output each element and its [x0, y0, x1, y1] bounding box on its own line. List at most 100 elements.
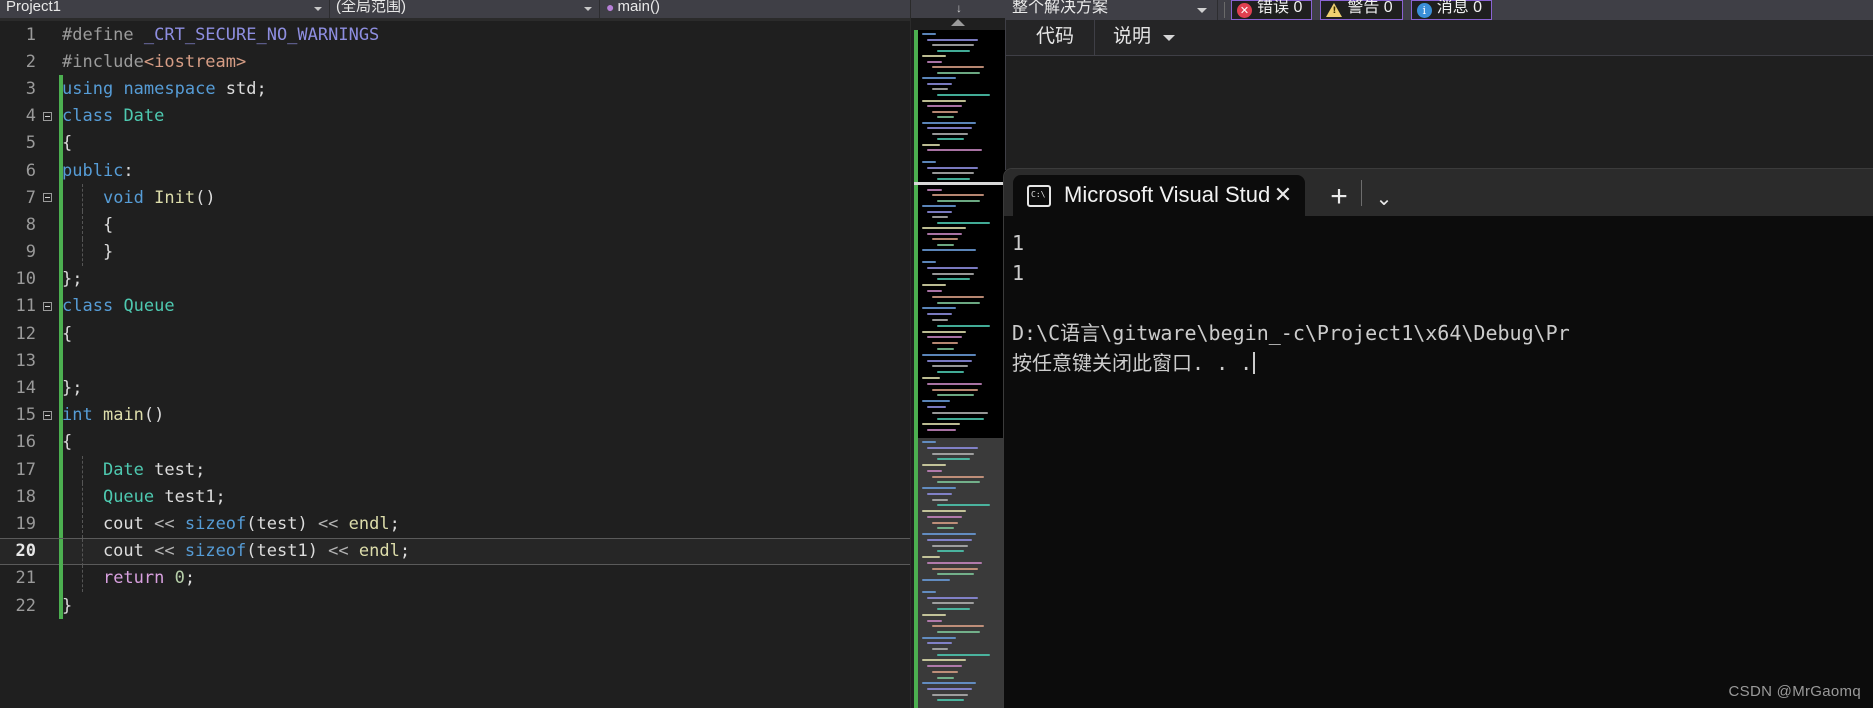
member-dropdown-label: main() — [617, 0, 660, 15]
minimap-block[interactable] — [914, 158, 1006, 258]
minimap-code-line — [932, 272, 974, 275]
code-line[interactable]: 7 void Init() — [0, 184, 910, 212]
error-icon: ✕ — [1237, 2, 1252, 18]
code-line[interactable]: 22} — [0, 591, 910, 620]
glyph-margin[interactable] — [42, 565, 58, 592]
minimap-code-line — [927, 359, 972, 362]
minimap-code-line — [927, 429, 956, 432]
code-token: #include — [62, 51, 144, 72]
fold-collapse-icon[interactable] — [43, 193, 52, 203]
minimap-code-line — [927, 60, 942, 63]
glyph-margin[interactable] — [42, 211, 58, 238]
glyph-margin[interactable] — [42, 429, 58, 456]
terminal-tab[interactable]: Microsoft Visual Stud ✕ — [1013, 175, 1305, 216]
glyph-margin[interactable] — [42, 374, 58, 401]
code-line[interactable]: 19 cout << sizeof(test) << endl; — [0, 510, 910, 538]
code-line[interactable]: 5{ — [0, 129, 910, 157]
chevron-down-icon[interactable]: ⌄ — [1364, 189, 1404, 209]
code-token: Queue — [123, 296, 175, 317]
code-line[interactable]: 14}; — [0, 374, 910, 402]
code-line[interactable]: 1 #define _CRT_SECURE_NO_WARNINGS — [0, 21, 910, 48]
project-dropdown[interactable]: Project1 — [0, 0, 330, 18]
terminal-output[interactable]: 1 1 D:\C语言\gitware\begin_-c\Project1\x64\D… — [1004, 216, 1873, 708]
minimap-block[interactable] — [914, 258, 1006, 438]
glyph-margin[interactable] — [42, 21, 58, 48]
glyph-margin[interactable] — [42, 75, 58, 102]
glyph-margin[interactable] — [42, 130, 58, 157]
code-token: << — [317, 513, 339, 534]
plus-icon[interactable]: + — [1317, 182, 1361, 212]
glyph-margin[interactable] — [42, 184, 58, 211]
chevron-down-icon[interactable] — [1163, 34, 1176, 41]
code-lines-container[interactable]: 1 #define _CRT_SECURE_NO_WARNINGS 2 #includ… — [0, 21, 910, 708]
code-line[interactable]: 13 — [0, 347, 910, 375]
fold-collapse-icon[interactable] — [43, 111, 52, 121]
code-line[interactable]: 21 return 0; — [0, 564, 910, 592]
minimap-viewport-indicator[interactable] — [914, 182, 1006, 185]
fold-collapse-icon[interactable] — [43, 301, 52, 311]
glyph-margin[interactable] — [42, 266, 58, 293]
glyph-margin[interactable] — [42, 103, 58, 130]
scope-dropdown[interactable]: (全局范围) — [330, 0, 600, 18]
code-line[interactable]: 10}; — [0, 265, 910, 293]
glyph-margin[interactable] — [42, 48, 58, 75]
code-line[interactable]: 20 cout << sizeof(test1) << endl; — [0, 537, 910, 566]
glyph-margin[interactable] — [42, 538, 58, 565]
change-indicator — [59, 211, 63, 239]
minimap-code-line — [927, 665, 962, 668]
error-list-toolbar: 整个解决方案 ✕ 错误 0 警告 0 i消息 0 — [1006, 0, 1873, 20]
minimap-code-line — [922, 99, 966, 102]
error-list-column-header[interactable]: 说明 — [1095, 20, 1185, 56]
status-badge[interactable]: 警告 0 — [1320, 0, 1403, 20]
code-token: main — [102, 405, 144, 426]
code-line[interactable]: 2 #include<iostream> — [0, 48, 910, 75]
minimap-block[interactable] — [914, 588, 1006, 708]
minimap-block[interactable] — [914, 30, 1006, 158]
minimap-code-line — [937, 301, 980, 304]
glyph-margin[interactable] — [42, 456, 58, 483]
minimap-code-line — [927, 210, 952, 213]
glyph-margin[interactable] — [42, 592, 58, 619]
code-line[interactable]: 18 Queue test1; — [0, 483, 910, 511]
line-number: 8 — [25, 214, 36, 235]
line-number: 6 — [25, 160, 36, 181]
minimap-code-line — [927, 538, 972, 541]
minimap-column[interactable]: ↓ — [910, 0, 1006, 708]
caret-down-icon[interactable]: ↓ — [956, 2, 962, 14]
minimap-body[interactable] — [914, 30, 1006, 708]
error-scope-dropdown[interactable]: 整个解决方案 — [1006, 0, 1218, 20]
status-badge[interactable]: i 消息 0 — [1410, 0, 1493, 20]
glyph-margin[interactable] — [42, 510, 58, 537]
fold-collapse-icon[interactable] — [43, 410, 52, 420]
code-token: test1; — [154, 486, 226, 507]
glyph-margin[interactable] — [42, 483, 58, 510]
code-line[interactable]: 9 } — [0, 238, 910, 266]
minimap-code-line — [922, 423, 960, 426]
caret-up-icon[interactable] — [951, 19, 965, 26]
glyph-margin[interactable] — [42, 157, 58, 184]
glyph-margin[interactable] — [42, 402, 58, 429]
minimap-code-line — [932, 216, 948, 219]
code-line[interactable]: 11 class Queue — [0, 292, 910, 321]
code-line[interactable]: 12 { — [0, 320, 910, 348]
error-list-column-header[interactable]: 代码 — [1006, 19, 1096, 56]
error-list-rows[interactable] — [1006, 56, 1873, 170]
code-line[interactable]: 16 { — [0, 428, 910, 456]
minimap-code-line — [922, 591, 936, 593]
code-line[interactable]: 15 int main() — [0, 401, 910, 429]
code-line[interactable]: 4 class Date — [0, 102, 910, 130]
code-line[interactable]: 17 Date test; — [0, 456, 910, 484]
minimap-code-line — [927, 687, 972, 690]
glyph-margin[interactable] — [42, 347, 58, 374]
code-line[interactable]: 6 public: — [0, 156, 910, 185]
member-dropdown[interactable]: ● main() — [600, 0, 910, 18]
code-token: _CRT_SECURE_NO_WARNINGS — [143, 24, 380, 45]
status-badge[interactable]: ✕ 错误 0 — [1231, 0, 1313, 20]
minimap-block[interactable] — [914, 438, 1006, 588]
code-line[interactable]: 3 using namespace std; — [0, 75, 910, 103]
glyph-margin[interactable] — [42, 320, 58, 347]
glyph-margin[interactable] — [42, 239, 58, 266]
glyph-margin[interactable] — [42, 293, 58, 320]
code-line[interactable]: 8 { — [0, 211, 910, 239]
close-icon[interactable]: ✕ — [1271, 183, 1295, 206]
